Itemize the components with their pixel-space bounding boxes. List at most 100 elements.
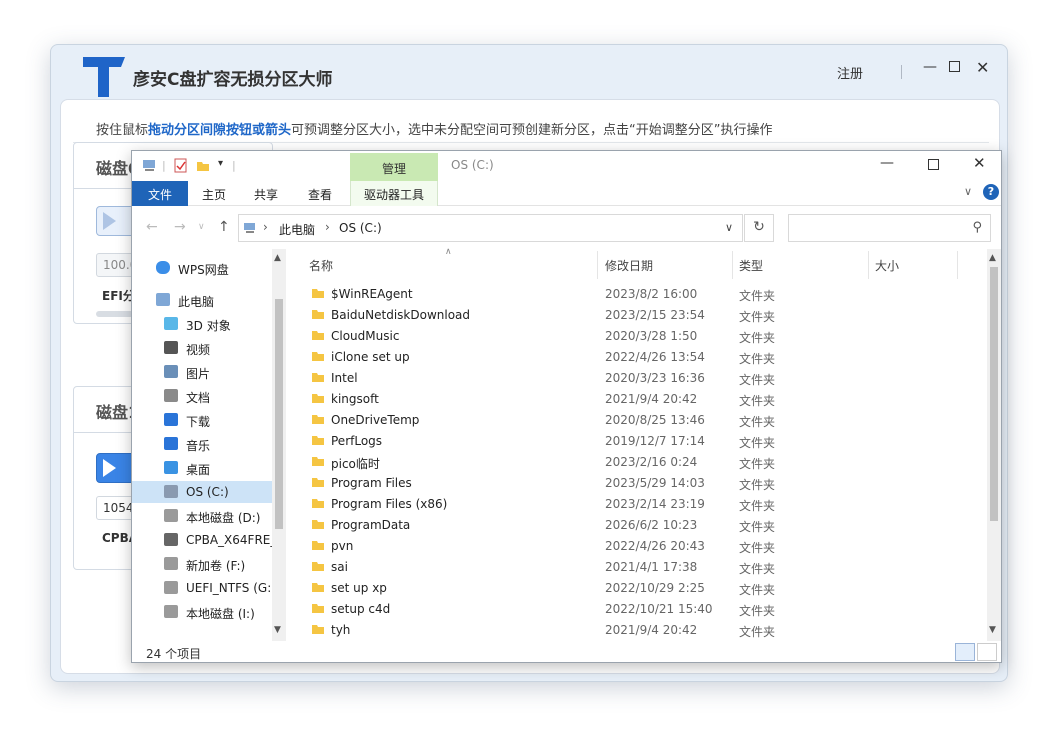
nav-item[interactable]: 图片 bbox=[132, 361, 272, 383]
recent-dropdown-icon[interactable]: ∨ bbox=[198, 222, 205, 232]
nav-item[interactable]: 此电脑 bbox=[132, 289, 272, 311]
search-input[interactable]: ⚲ bbox=[788, 214, 991, 242]
folder-icon bbox=[311, 539, 325, 551]
nav-item-label: 图片 bbox=[186, 367, 211, 381]
file-row[interactable]: CloudMusic 2020/3/28 1:50 文件夹 bbox=[291, 326, 988, 347]
tab-share[interactable]: 共享 bbox=[244, 181, 288, 206]
column-divider[interactable] bbox=[868, 251, 869, 279]
tab-drive-tools[interactable]: 驱动器工具 bbox=[350, 181, 438, 206]
close-button[interactable]: ✕ bbox=[976, 58, 989, 77]
column-type[interactable]: 类型 bbox=[739, 257, 763, 274]
scroll-thumb[interactable] bbox=[275, 299, 283, 529]
nav-item[interactable]: 音乐 bbox=[132, 433, 272, 455]
file-row[interactable]: pico临时 2023/2/16 0:24 文件夹 bbox=[291, 452, 988, 473]
file-row[interactable]: BaiduNetdiskDownload 2023/2/15 23:54 文件夹 bbox=[291, 305, 988, 326]
file-row[interactable]: set up xp 2022/10/29 2:25 文件夹 bbox=[291, 578, 988, 599]
navigation-pane: WPS网盘此电脑 3D 对象 视频图片文档下载音乐桌面 OS (C:) 本地磁盘 (D:… bbox=[132, 249, 290, 641]
nav-scrollbar[interactable]: ▲ ▼ bbox=[272, 249, 286, 641]
nav-item-label: 下载 bbox=[186, 415, 211, 429]
file-row[interactable]: $WinREAgent 2023/8/2 16:00 文件夹 bbox=[291, 284, 988, 305]
file-row[interactable]: Program Files 2023/5/29 14:03 文件夹 bbox=[291, 473, 988, 494]
nav-item[interactable]: 下载 bbox=[132, 409, 272, 431]
register-button[interactable]: 注册 bbox=[837, 63, 863, 82]
file-name: kingsoft bbox=[331, 392, 379, 406]
nav-item[interactable]: WPS网盘 bbox=[132, 257, 272, 279]
breadcrumb-this-pc[interactable]: 此电脑 bbox=[279, 221, 315, 238]
file-row[interactable]: iClone set up 2022/4/26 13:54 文件夹 bbox=[291, 347, 988, 368]
customize-dropdown-icon[interactable]: ▾ bbox=[218, 158, 223, 169]
play-button[interactable] bbox=[96, 206, 136, 236]
breadcrumb-drive[interactable]: OS (C:) bbox=[339, 221, 382, 235]
back-arrow-icon[interactable]: ← bbox=[146, 219, 158, 235]
scroll-down-icon[interactable]: ▼ bbox=[274, 625, 281, 635]
large-icons-view-icon[interactable] bbox=[977, 643, 997, 661]
nav-item[interactable]: 新加卷 (F:) bbox=[132, 553, 272, 575]
sort-ascending-icon: ∧ bbox=[445, 247, 452, 257]
column-divider[interactable] bbox=[597, 251, 598, 279]
chevron-down-icon[interactable]: ∨ bbox=[725, 221, 733, 234]
chevron-right-icon[interactable]: › bbox=[325, 220, 330, 234]
folder-icon bbox=[311, 623, 325, 635]
nav-item-label: 音乐 bbox=[186, 439, 211, 453]
scroll-up-icon[interactable]: ▲ bbox=[989, 253, 996, 263]
tab-view[interactable]: 查看 bbox=[298, 181, 342, 206]
file-row[interactable]: PerfLogs 2019/12/7 17:14 文件夹 bbox=[291, 431, 988, 452]
chevron-right-icon[interactable]: › bbox=[263, 220, 268, 234]
refresh-icon[interactable]: ↻ bbox=[744, 214, 774, 242]
address-bar[interactable]: › 此电脑 › OS (C:) ∨ bbox=[238, 214, 743, 242]
file-date: 2023/2/14 23:19 bbox=[605, 497, 705, 511]
nav-item[interactable]: 桌面 bbox=[132, 457, 272, 479]
folder-icon[interactable] bbox=[196, 159, 210, 172]
file-row[interactable]: sai 2021/4/1 17:38 文件夹 bbox=[291, 557, 988, 578]
scroll-down-icon[interactable]: ▼ bbox=[989, 625, 996, 635]
nav-item[interactable]: 视频 bbox=[132, 337, 272, 359]
column-date[interactable]: 修改日期 bbox=[605, 257, 653, 274]
column-divider[interactable] bbox=[957, 251, 958, 279]
tab-file[interactable]: 文件 bbox=[132, 181, 188, 206]
file-name: pico临时 bbox=[331, 457, 380, 471]
properties-icon[interactable] bbox=[174, 158, 188, 173]
file-name: Intel bbox=[331, 371, 358, 385]
column-divider[interactable] bbox=[732, 251, 733, 279]
instruction-text: 按住鼠标拖动分区间隙按钮或箭头可预调整分区大小，选中未分配空间可预创建新分区，点… bbox=[96, 123, 773, 138]
nav-item[interactable]: CPBA_X64FRE_Z bbox=[132, 529, 272, 551]
file-row[interactable]: OneDriveTemp 2020/8/25 13:46 文件夹 bbox=[291, 410, 988, 431]
details-view-icon[interactable] bbox=[955, 643, 975, 661]
file-name: iClone set up bbox=[331, 350, 410, 364]
nav-item[interactable]: 本地磁盘 (D:) bbox=[132, 505, 272, 527]
file-row[interactable]: setup c4d 2022/10/21 15:40 文件夹 bbox=[291, 599, 988, 620]
separator-icon: | bbox=[162, 159, 166, 172]
tab-manage[interactable]: 管理 bbox=[350, 153, 438, 181]
file-row[interactable]: pvn 2022/4/26 20:43 文件夹 bbox=[291, 536, 988, 557]
column-size[interactable]: 大小 bbox=[875, 257, 899, 274]
column-name[interactable]: 名称 bbox=[309, 257, 333, 274]
window-title: OS (C:) bbox=[451, 158, 494, 172]
folder-icon bbox=[311, 497, 325, 509]
file-type: 文件夹 bbox=[739, 478, 776, 492]
forward-arrow-icon[interactable]: → bbox=[174, 219, 186, 235]
file-row[interactable]: tyh 2021/9/4 20:42 文件夹 bbox=[291, 620, 988, 641]
file-row[interactable]: Program Files (x86) 2023/2/14 23:19 文件夹 bbox=[291, 494, 988, 515]
folder-icon bbox=[311, 518, 325, 530]
minimize-button[interactable]: — bbox=[923, 59, 937, 75]
play-button[interactable] bbox=[96, 453, 136, 483]
file-scrollbar[interactable]: ▲ ▼ bbox=[987, 249, 1001, 641]
nav-item[interactable]: 3D 对象 bbox=[132, 313, 272, 335]
tab-home[interactable]: 主页 bbox=[192, 181, 236, 206]
maximize-button[interactable] bbox=[949, 61, 960, 72]
file-row[interactable]: Intel 2020/3/23 16:36 文件夹 bbox=[291, 368, 988, 389]
scroll-thumb[interactable] bbox=[990, 267, 998, 521]
file-row[interactable]: kingsoft 2021/9/4 20:42 文件夹 bbox=[291, 389, 988, 410]
nav-item[interactable]: 文档 bbox=[132, 385, 272, 407]
expand-ribbon-icon[interactable]: ∨ bbox=[964, 185, 972, 198]
maximize-icon[interactable] bbox=[928, 159, 939, 170]
nav-item[interactable]: 本地磁盘 (I:) bbox=[132, 601, 272, 623]
help-icon[interactable]: ? bbox=[983, 184, 999, 200]
scroll-up-icon[interactable]: ▲ bbox=[274, 253, 281, 263]
up-arrow-icon[interactable]: ↑ bbox=[218, 219, 230, 235]
minimize-icon[interactable]: — bbox=[880, 155, 894, 171]
file-row[interactable]: ProgramData 2026/6/2 10:23 文件夹 bbox=[291, 515, 988, 536]
nav-item[interactable]: OS (C:) bbox=[132, 481, 272, 503]
nav-item[interactable]: UEFI_NTFS (G:) bbox=[132, 577, 272, 599]
close-icon[interactable]: ✕ bbox=[973, 154, 986, 172]
